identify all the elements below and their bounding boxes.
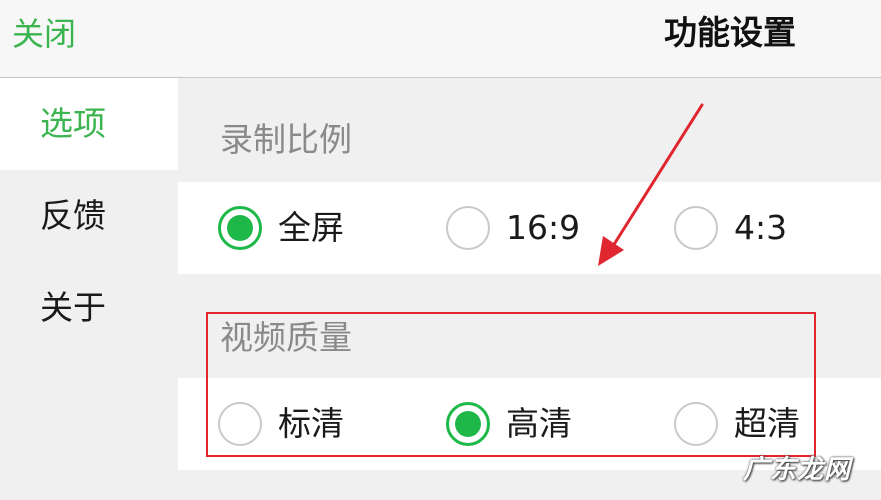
sidebar-item-feedback[interactable]: 反馈 <box>0 170 178 262</box>
radio-label: 标清 <box>278 404 344 443</box>
radio-sd[interactable]: 标清 <box>218 402 344 446</box>
page-title: 功能设置 <box>664 13 796 52</box>
sidebar-item-label: 关于 <box>40 288 106 327</box>
radio-hd[interactable]: 高清 <box>446 402 572 446</box>
sidebar-item-label: 反馈 <box>40 196 106 235</box>
recording-ratio-options: 全屏 16:9 4:3 <box>178 182 881 274</box>
radio-16-9[interactable]: 16:9 <box>446 206 580 250</box>
radio-label: 16:9 <box>506 208 581 247</box>
radio-label: 全屏 <box>278 208 344 247</box>
radio-ultra-hd[interactable]: 超清 <box>674 402 800 446</box>
radio-checked-icon <box>218 206 262 250</box>
watermark: 广东龙网 <box>742 455 851 485</box>
sidebar: 选项 反馈 关于 <box>0 78 178 500</box>
nav-bar: 关闭 功能设置 <box>0 0 881 78</box>
settings-content: 录制比例 全屏 16:9 4:3 视频质量 标清 高清 超清 <box>178 78 881 500</box>
recording-ratio-title: 录制比例 <box>220 120 352 159</box>
radio-checked-icon <box>446 402 490 446</box>
close-button[interactable]: 关闭 <box>12 14 76 54</box>
radio-unchecked-icon <box>218 402 262 446</box>
radio-label: 超清 <box>734 404 800 443</box>
sidebar-item-options[interactable]: 选项 <box>0 78 178 170</box>
radio-unchecked-icon <box>674 206 718 250</box>
video-quality-title: 视频质量 <box>220 318 352 357</box>
radio-unchecked-icon <box>446 206 490 250</box>
radio-fullscreen[interactable]: 全屏 <box>218 206 344 250</box>
radio-unchecked-icon <box>674 402 718 446</box>
sidebar-item-about[interactable]: 关于 <box>0 262 178 354</box>
radio-4-3[interactable]: 4:3 <box>674 206 787 250</box>
sidebar-item-label: 选项 <box>40 104 106 143</box>
radio-label: 高清 <box>506 404 572 443</box>
radio-label: 4:3 <box>734 208 788 247</box>
